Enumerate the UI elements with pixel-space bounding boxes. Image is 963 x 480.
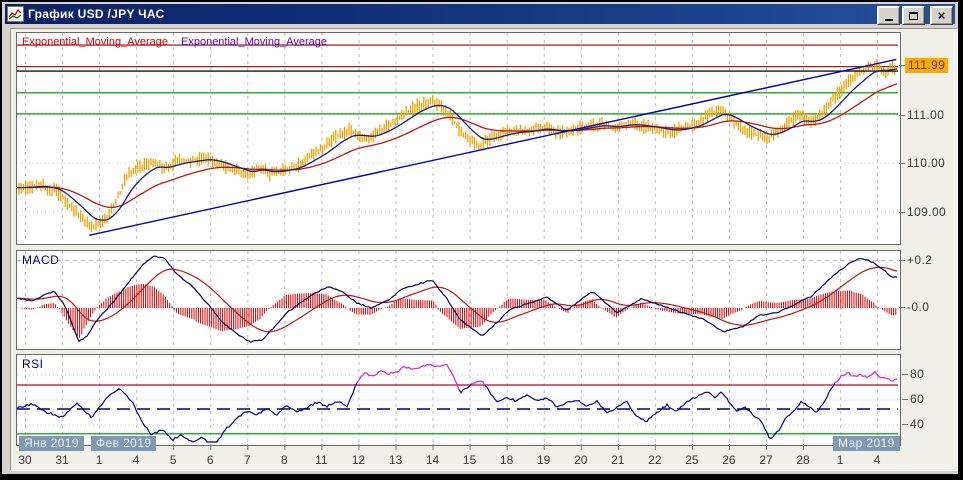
date-label: 27 [759,453,772,467]
chart-app-icon [7,6,24,22]
window-title: График USD /JPY ЧАС [28,7,165,21]
date-label: 21 [611,453,624,467]
date-label: 20 [574,453,587,467]
date-label: 26 [722,453,735,467]
month-badge-jan: Янв 2019 [19,436,84,451]
date-label: 25 [685,453,698,467]
price-axis-label: 109.00 [907,205,946,219]
macd-axis-label: -0.0 [907,300,929,314]
macd-label: MACD [22,253,59,267]
close-icon: × [938,9,946,22]
month-badge-feb: Фев 2019 [91,436,156,451]
price-axis-label: 110.00 [907,156,945,170]
ema-label-red: Exponential_Moving_Average [22,36,168,48]
date-label: 13 [389,453,402,467]
price-axis-label: 111.00 [907,108,944,122]
minimize-icon [885,19,893,21]
ema-label-purple: Exponential_Moving_Average [181,36,327,48]
date-label: 15 [463,453,476,467]
date-label: 1 [837,453,844,467]
date-label: 30 [18,453,31,467]
date-label: 4 [874,453,881,467]
date-label: 18 [500,453,513,467]
date-label: 31 [55,453,68,467]
price-chart-panel[interactable] [16,32,901,245]
app-window: График USD /JPY ЧАС × Exponential_Moving… [0,0,963,480]
title-bar[interactable]: График USD /JPY ЧАС × [5,4,955,24]
date-label: 12 [352,453,365,467]
maximize-button[interactable] [902,6,925,25]
date-label: 14 [426,453,439,467]
time-axis-labels: 3031145678111213141518192021222526272814 [2,453,963,467]
window-controls: × [877,6,953,25]
date-label: 7 [244,453,251,467]
date-label: 19 [537,453,550,467]
date-label: 22 [648,453,661,467]
date-label: 8 [281,453,288,467]
rsi-axis-label: 80 [910,367,924,381]
month-badge-mar: Мар 2019 [833,436,900,451]
date-label: 5 [170,453,177,467]
minimize-button[interactable] [877,6,900,25]
macd-panel[interactable] [16,250,901,350]
maximize-icon [909,12,918,20]
macd-axis-label: +0.2 [907,253,932,267]
rsi-label: RSI [22,357,44,371]
date-label: 1 [96,453,103,467]
rsi-panel[interactable] [16,354,901,446]
current-price-badge: 111.99 [905,58,948,73]
rsi-axis-label: 40 [910,417,924,431]
date-label: 4 [133,453,140,467]
date-label: 6 [207,453,214,467]
close-button[interactable]: × [930,6,953,25]
window-frame: График USD /JPY ЧАС × Exponential_Moving… [2,2,958,474]
rsi-axis-label: 60 [910,392,924,406]
date-label: 11 [315,453,327,467]
date-label: 28 [796,453,809,467]
